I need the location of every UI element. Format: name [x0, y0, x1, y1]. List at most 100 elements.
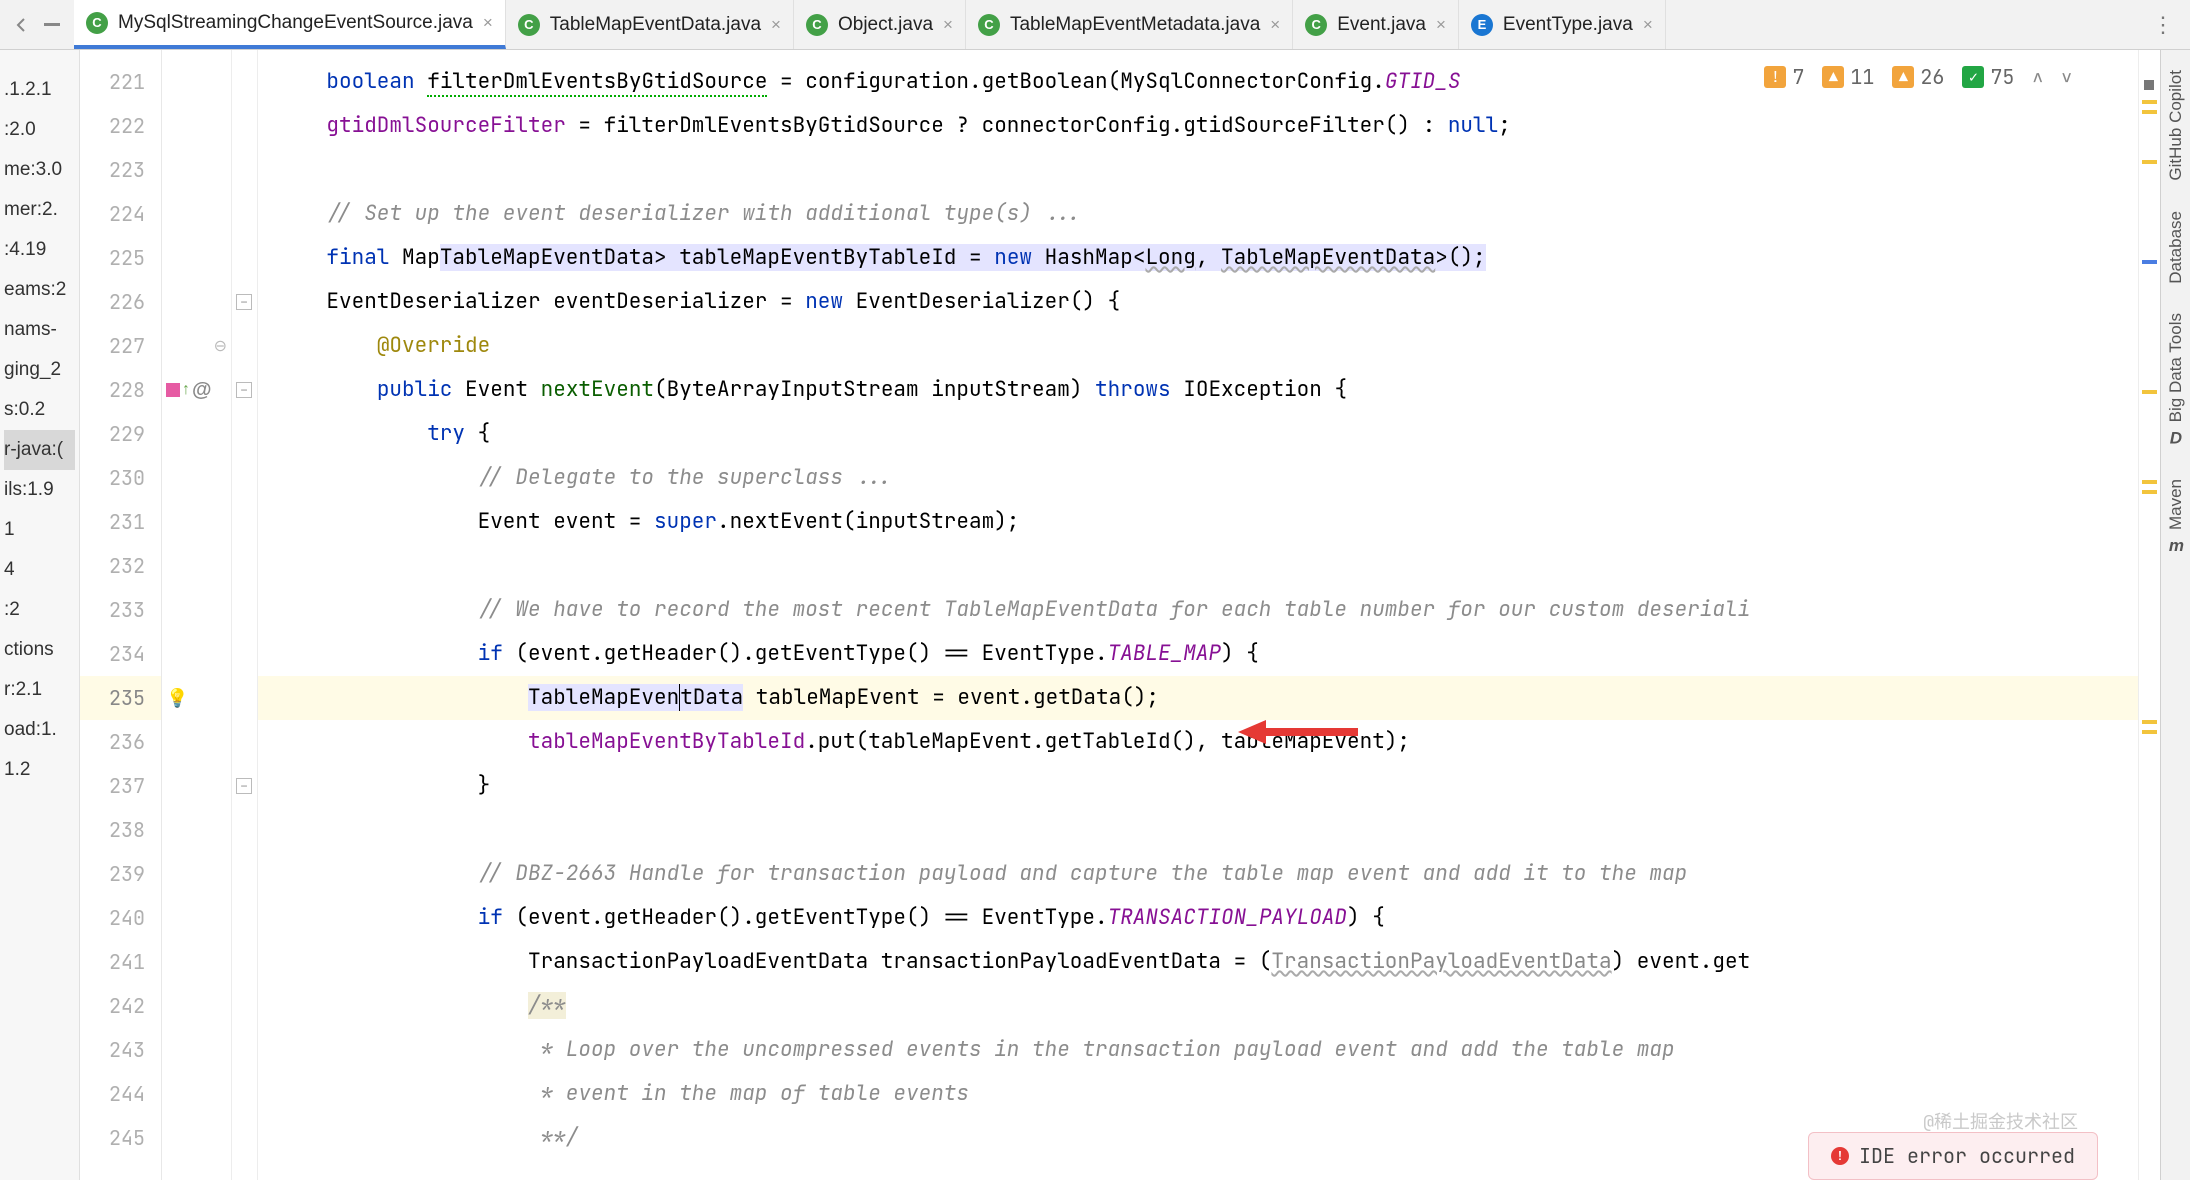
tab-close-icon[interactable]: × [771, 15, 781, 35]
code-line[interactable]: // We have to record the most recent Tab… [258, 588, 2138, 632]
code-line[interactable] [258, 148, 2138, 192]
line-number[interactable]: 235 [80, 676, 161, 720]
project-item[interactable]: s:0.2 [4, 390, 75, 430]
code-line[interactable]: Event event = super.nextEvent(inputStrea… [258, 500, 2138, 544]
tab-close-icon[interactable]: × [1436, 15, 1446, 35]
line-number[interactable]: 227 [80, 324, 161, 368]
code-line[interactable]: TableMapEventData tableMapEvent = event.… [258, 676, 2138, 720]
project-item[interactable]: nams- [4, 310, 75, 350]
editor-tab[interactable]: CObject.java× [794, 0, 966, 49]
prev-highlight-icon[interactable]: ∧ [2032, 66, 2043, 89]
code-line[interactable]: final MapTableMapEventData> tableMapEven… [258, 236, 2138, 280]
line-number[interactable]: 228 [80, 368, 161, 412]
tab-overflow-menu-icon[interactable]: ⋮ [2136, 12, 2190, 38]
tool-window-button[interactable]: mMaven [2166, 479, 2186, 556]
code-line[interactable]: // Delegate to the superclass ... [258, 456, 2138, 500]
minimize-icon[interactable] [42, 15, 62, 35]
tool-window-button[interactable]: GitHub Copilot [2166, 70, 2186, 181]
line-number[interactable]: 238 [80, 808, 161, 852]
project-item[interactable]: 1 [4, 510, 75, 550]
project-item[interactable]: me:3.0 [4, 150, 75, 190]
code-line[interactable] [258, 808, 2138, 852]
code-line[interactable]: if (event.getHeader().getEventType() == … [258, 896, 2138, 940]
line-number[interactable]: 226 [80, 280, 161, 324]
project-item[interactable]: mer:2. [4, 190, 75, 230]
project-item[interactable]: r-java:( [4, 430, 75, 470]
inspection-summary[interactable]: !7 ▲11 ▲26 ✓75 ∧ ∨ [1758, 60, 2078, 94]
line-number[interactable]: 223 [80, 148, 161, 192]
fold-toggle-icon[interactable]: − [236, 382, 252, 398]
line-number[interactable]: 236 [80, 720, 161, 764]
code-line[interactable]: tableMapEventByTableId.put(tableMapEvent… [258, 720, 2138, 764]
back-icon[interactable] [12, 15, 32, 35]
line-number[interactable]: 243 [80, 1028, 161, 1072]
code-line[interactable]: // DBZ-2663 Handle for transaction paylo… [258, 852, 2138, 896]
error-stripe[interactable] [2138, 50, 2160, 1180]
tool-window-button[interactable]: Database [2166, 211, 2186, 284]
line-number[interactable]: 222 [80, 104, 161, 148]
tool-window-button[interactable]: DBig Data Tools [2166, 313, 2186, 448]
line-number[interactable]: 221 [80, 60, 161, 104]
fold-toggle-icon[interactable]: − [236, 778, 252, 794]
code-editor[interactable]: !7 ▲11 ▲26 ✓75 ∧ ∨ @稀土掘金技术社区 ! IDE error… [258, 50, 2138, 1180]
project-item[interactable]: 1.2 [4, 750, 75, 790]
tab-close-icon[interactable]: × [943, 15, 953, 35]
editor-tab[interactable]: EEventType.java× [1459, 0, 1666, 49]
intention-bulb-icon[interactable]: 💡 [166, 688, 188, 709]
line-number[interactable]: 234 [80, 632, 161, 676]
project-item[interactable]: r:2.1 [4, 670, 75, 710]
next-highlight-icon[interactable]: ∨ [2061, 66, 2072, 89]
line-number[interactable]: 233 [80, 588, 161, 632]
code-line[interactable]: @Override [258, 324, 2138, 368]
code-line[interactable]: public Event nextEvent(ByteArrayInputStr… [258, 368, 2138, 412]
project-item[interactable]: ctions [4, 630, 75, 670]
editor-tab[interactable]: CMySqlStreamingChangeEventSource.java× [74, 0, 506, 49]
project-item[interactable]: :2 [4, 590, 75, 630]
editor-tab[interactable]: CTableMapEventData.java× [506, 0, 794, 49]
line-number[interactable]: 239 [80, 852, 161, 896]
code-line[interactable]: gtidDmlSourceFilter = filterDmlEventsByG… [258, 104, 2138, 148]
line-number[interactable]: 229 [80, 412, 161, 456]
project-item[interactable]: .1.2.1 [4, 70, 75, 110]
project-item[interactable]: ging_2 [4, 350, 75, 390]
line-number[interactable]: 231 [80, 500, 161, 544]
project-item[interactable]: oad:1. [4, 710, 75, 750]
tab-close-icon[interactable]: × [1643, 15, 1653, 35]
code-line[interactable]: /** [258, 984, 2138, 1028]
code-line[interactable]: TransactionPayloadEventData transactionP… [258, 940, 2138, 984]
line-number[interactable]: 230 [80, 456, 161, 500]
line-number[interactable]: 237 [80, 764, 161, 808]
project-item[interactable]: eams:2 [4, 270, 75, 310]
line-number[interactable]: 225 [80, 236, 161, 280]
fold-toggle-icon[interactable]: − [236, 294, 252, 310]
line-number[interactable]: 245 [80, 1116, 161, 1160]
line-number[interactable]: 224 [80, 192, 161, 236]
tab-close-icon[interactable]: × [483, 13, 493, 33]
project-view-strip[interactable]: .1.2.1:2.0me:3.0mer:2.:4.19eams:2nams-gi… [0, 50, 80, 1180]
code-line[interactable]: try { [258, 412, 2138, 456]
line-number[interactable]: 242 [80, 984, 161, 1028]
code-line[interactable]: * event in the map of table events [258, 1072, 2138, 1116]
editor-tab[interactable]: CEvent.java× [1293, 0, 1459, 49]
line-number[interactable]: 232 [80, 544, 161, 588]
line-number[interactable]: 244 [80, 1072, 161, 1116]
project-item[interactable]: ils:1.9 [4, 470, 75, 510]
fold-icon[interactable]: ⊖ [214, 336, 227, 356]
ide-error-toast[interactable]: ! IDE error occurred [1808, 1132, 2098, 1180]
code-line[interactable]: } [258, 764, 2138, 808]
project-item[interactable]: :2.0 [4, 110, 75, 150]
annotation-at-icon[interactable]: @ [192, 379, 212, 402]
tab-close-icon[interactable]: × [1270, 15, 1280, 35]
project-item[interactable]: :4.19 [4, 230, 75, 270]
line-number[interactable]: 240 [80, 896, 161, 940]
code-line[interactable]: if (event.getHeader().getEventType() == … [258, 632, 2138, 676]
editor-tab[interactable]: CTableMapEventMetadata.java× [966, 0, 1293, 49]
line-number[interactable]: 241 [80, 940, 161, 984]
code-line[interactable] [258, 544, 2138, 588]
override-marker-icon[interactable] [166, 383, 180, 397]
code-line[interactable]: * Loop over the uncompressed events in t… [258, 1028, 2138, 1072]
project-item[interactable]: 4 [4, 550, 75, 590]
code-line[interactable]: EventDeserializer eventDeserializer = ne… [258, 280, 2138, 324]
code-line[interactable]: // Set up the event deserializer with ad… [258, 192, 2138, 236]
implements-up-icon[interactable]: ↑ [182, 381, 190, 399]
